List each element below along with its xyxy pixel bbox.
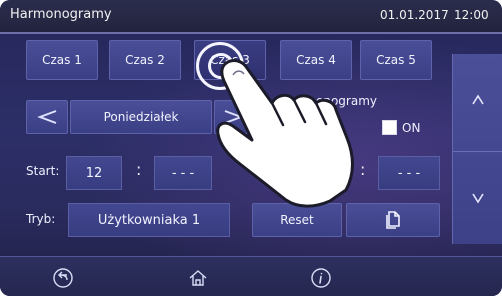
pointing-hand-icon — [216, 59, 354, 208]
screen: Harmonogramy 01.01.2017 12:00 Czas 1 Cza… — [0, 0, 502, 296]
